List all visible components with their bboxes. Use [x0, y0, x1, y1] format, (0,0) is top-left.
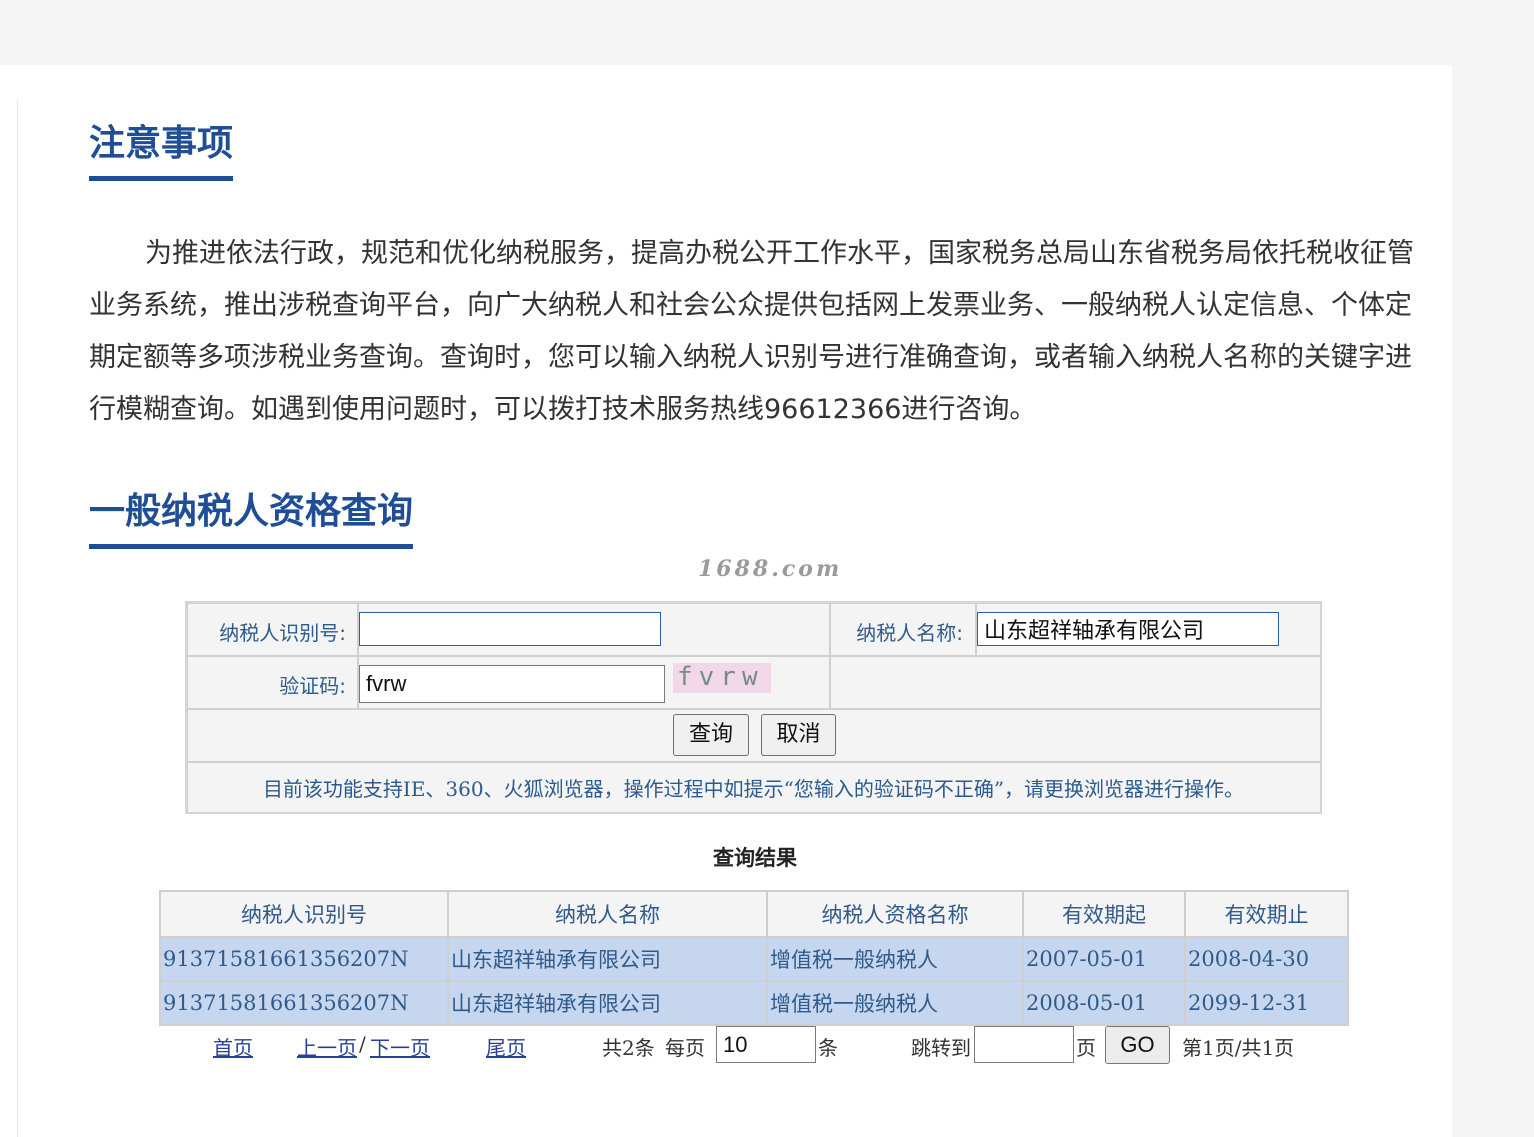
captcha-input[interactable] [359, 665, 665, 703]
table-cell: 2099-12-31 [1184, 980, 1349, 1026]
page-unit: 页 [1076, 1036, 1096, 1060]
table-cell: 增值税一般纳税人 [766, 980, 1024, 1026]
next-page-link[interactable]: 下一页 [370, 1032, 430, 1061]
prev-page-link[interactable]: 上一页 [297, 1032, 357, 1061]
column-header: 有效期止 [1184, 890, 1349, 938]
column-header: 有效期起 [1022, 890, 1186, 938]
notice-title-text: 注意事项 [89, 123, 234, 164]
query-title-text: 一般纳税人资格查询 [89, 491, 414, 532]
notice-title: 注意事项 [89, 122, 234, 182]
last-page-link[interactable]: 尾页 [486, 1032, 526, 1061]
results-table: 纳税人识别号 纳税人名称 纳税人资格名称 有效期起 有效期止 913715816… [159, 890, 1349, 1026]
go-button[interactable]: GO [1105, 1026, 1170, 1064]
taxpayer-id-label: 纳税人识别号: [219, 621, 346, 645]
empty-cell [830, 656, 1322, 709]
pagination: 首页 上一页 / 下一页 尾页 共2条 每页 条 跳转到 页 GO 第1页/共1… [0, 1026, 1534, 1066]
captcha-label: 验证码: [279, 674, 346, 698]
table-cell: 2008-04-30 [1184, 936, 1349, 982]
table-row: 91371581661356207N 山东超祥轴承有限公司 增值税一般纳税人 2… [159, 980, 1349, 1026]
first-page-link[interactable]: 首页 [213, 1032, 253, 1061]
table-cell: 增值税一般纳税人 [766, 936, 1024, 982]
table-row: 91371581661356207N 山东超祥轴承有限公司 增值税一般纳税人 2… [159, 936, 1349, 982]
jump-label: 跳转到 [911, 1036, 971, 1060]
table-header-row: 纳税人识别号 纳税人名称 纳税人资格名称 有效期起 有效期止 [159, 890, 1349, 938]
watermark: 1688.com [698, 556, 843, 582]
table-cell: 91371581661356207N [159, 980, 449, 1026]
column-header: 纳税人识别号 [159, 890, 449, 938]
pager-separator: / [359, 1032, 366, 1056]
per-page-unit: 条 [818, 1036, 838, 1060]
captcha-image[interactable]: fvrw [673, 663, 771, 693]
per-page-input[interactable] [716, 1026, 816, 1063]
column-header: 纳税人名称 [447, 890, 768, 938]
buttons-cell [187, 709, 1322, 762]
notice-body: 为推进依法行政，规范和优化纳税服务，提高办税公开工作水平，国家税务总局山东省税务… [89, 238, 1414, 425]
query-title: 一般纳税人资格查询 [89, 490, 414, 550]
query-form: 纳税人识别号: 纳税人名称: 验证码: fvrw 查询 取消 目前该功能支持IE… [185, 601, 1322, 814]
browser-hint: 目前该功能支持IE、360、火狐浏览器，操作过程中如提示“您输入的验证码不正确”… [262, 777, 1245, 801]
taxpayer-name-label: 纳税人名称: [856, 621, 963, 645]
query-button[interactable]: 查询 [673, 714, 749, 756]
taxpayer-id-input[interactable] [359, 612, 661, 646]
per-page-label: 每页 [665, 1036, 705, 1060]
total-count: 共2条 [602, 1036, 655, 1060]
column-header: 纳税人资格名称 [766, 890, 1024, 938]
jump-page-input[interactable] [974, 1026, 1074, 1063]
table-cell: 山东超祥轴承有限公司 [447, 980, 768, 1026]
taxpayer-name-input[interactable] [977, 612, 1279, 646]
page-info: 第1页/共1页 [1182, 1036, 1295, 1060]
card-left-border [17, 100, 18, 1137]
table-cell: 2008-05-01 [1022, 980, 1186, 1026]
table-cell: 2007-05-01 [1022, 936, 1186, 982]
notice-title-underline [89, 176, 234, 182]
results-title: 查询结果 [713, 845, 797, 870]
table-cell: 91371581661356207N [159, 936, 449, 982]
query-title-underline [89, 544, 414, 550]
table-cell: 山东超祥轴承有限公司 [447, 936, 768, 982]
cancel-button[interactable]: 取消 [761, 714, 836, 756]
